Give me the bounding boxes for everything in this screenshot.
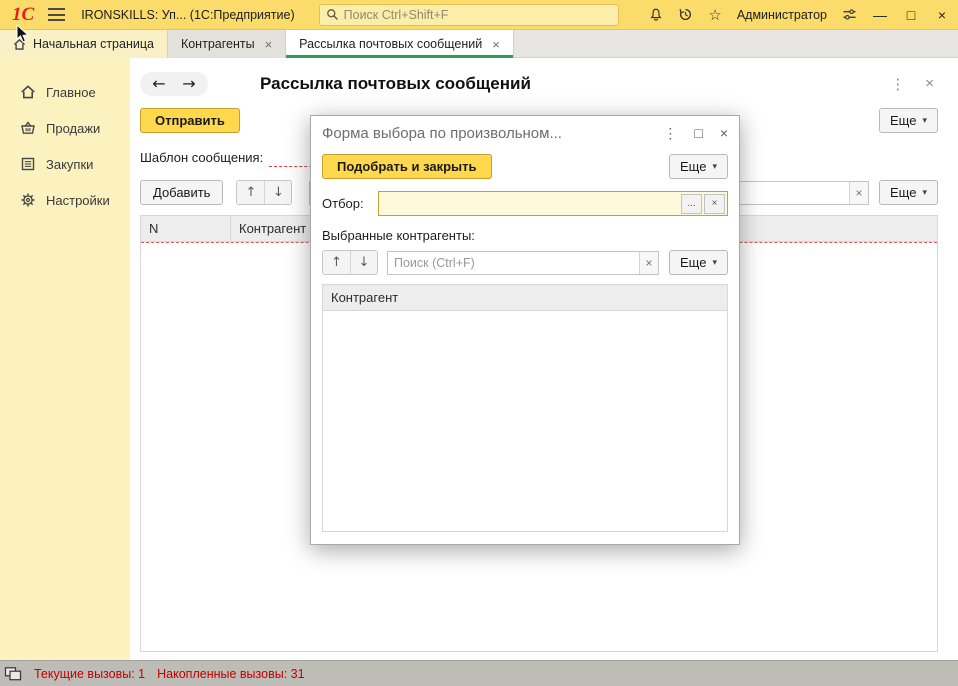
sidebar-item-label: Настройки bbox=[46, 193, 110, 208]
tab-mail-rassylka[interactable]: Рассылка почтовых сообщений × bbox=[286, 30, 514, 58]
selected-contractors-label: Выбранные контрагенты: bbox=[322, 228, 728, 243]
current-calls: Текущие вызовы: 1 bbox=[34, 667, 145, 681]
dialog-header: Форма выбора по произвольном... ⋮ □ × bbox=[322, 116, 728, 151]
minimize-button[interactable]: — bbox=[872, 7, 888, 23]
dialog-title: Форма выбора по произвольном... bbox=[322, 125, 663, 142]
more-label: Еще bbox=[890, 185, 916, 200]
template-label: Шаблон сообщения: bbox=[140, 150, 263, 165]
filter-field: ... × bbox=[378, 191, 728, 216]
basket-icon bbox=[20, 120, 36, 136]
form-menu-icon[interactable]: ⋮ bbox=[890, 75, 905, 93]
sidebar-item-glavnoe[interactable]: Главное bbox=[0, 74, 130, 110]
add-button[interactable]: Добавить bbox=[140, 180, 223, 205]
sidebar-item-label: Закупки bbox=[46, 157, 93, 172]
tab-bar: Начальная страница Контрагенты × Рассылк… bbox=[0, 30, 958, 58]
home-icon bbox=[20, 84, 36, 100]
form-close-icon[interactable]: × bbox=[925, 75, 934, 93]
global-search-box[interactable] bbox=[319, 4, 619, 26]
reorder-buttons: ↑ ↓ bbox=[236, 180, 292, 205]
clear-search-icon[interactable]: × bbox=[639, 252, 658, 274]
column-header-n[interactable]: N bbox=[141, 216, 231, 241]
dialog-maximize-icon[interactable]: □ bbox=[694, 125, 702, 142]
chevron-down-icon: ▾ bbox=[922, 187, 927, 198]
move-down-button[interactable]: ↓ bbox=[264, 181, 291, 204]
move-down-button[interactable]: ↓ bbox=[350, 251, 377, 274]
dialog-search-input[interactable] bbox=[388, 256, 639, 270]
filter-row: Отбор: ... × bbox=[322, 191, 728, 216]
app-window: 1С IRONSKILLS: Уп... (1С:Предприятие) bbox=[0, 0, 958, 686]
chevron-down-icon: ▾ bbox=[712, 257, 717, 268]
global-search-input[interactable] bbox=[344, 8, 612, 22]
table-body-empty bbox=[323, 311, 727, 531]
sidebar-item-label: Главное bbox=[46, 85, 96, 100]
main-menu-icon[interactable] bbox=[48, 8, 65, 21]
table-header: Контрагент bbox=[323, 285, 727, 311]
more-label: Еще bbox=[890, 113, 916, 128]
dialog-list-more-button[interactable]: Еще ▾ bbox=[669, 250, 728, 275]
filter-choose-button[interactable]: ... bbox=[681, 194, 702, 214]
forward-button[interactable]: → bbox=[176, 74, 202, 94]
move-up-button[interactable]: ↑ bbox=[323, 251, 350, 274]
chevron-down-icon: ▾ bbox=[712, 161, 717, 172]
dialog-contractors-table: Контрагент bbox=[322, 284, 728, 532]
search-icon bbox=[326, 8, 339, 21]
selection-dialog: Форма выбора по произвольном... ⋮ □ × По… bbox=[310, 115, 740, 545]
main-more-button[interactable]: Еще ▾ bbox=[879, 108, 938, 133]
titlebar-actions: ☆ Администратор — □ × bbox=[649, 6, 950, 24]
reorder-buttons: ↑ ↓ bbox=[322, 250, 378, 275]
back-button[interactable]: ← bbox=[146, 74, 172, 94]
accumulated-calls: Накопленные вызовы: 31 bbox=[157, 667, 304, 681]
current-user[interactable]: Администратор bbox=[737, 8, 827, 22]
1c-logo: 1С bbox=[8, 5, 38, 24]
filter-label: Отбор: bbox=[322, 196, 364, 211]
tab-label: Рассылка почтовых сообщений bbox=[299, 37, 482, 51]
form-header-actions: ⋮ × bbox=[890, 75, 934, 93]
notifications-bell-icon[interactable] bbox=[649, 7, 663, 22]
dialog-close-icon[interactable]: × bbox=[720, 125, 728, 142]
filter-input[interactable] bbox=[379, 196, 679, 211]
tab-kontragenty[interactable]: Контрагенты × bbox=[168, 30, 286, 58]
sidebar-item-label: Продажи bbox=[46, 121, 100, 136]
sections-panel: Главное Продажи Закуп bbox=[0, 58, 130, 660]
filter-clear-icon[interactable]: × bbox=[704, 194, 725, 214]
sidebar-item-prodazhi[interactable]: Продажи bbox=[0, 110, 130, 146]
dialog-list-toolbar: ↑ ↓ × Еще ▾ bbox=[322, 250, 728, 275]
window-title: IRONSKILLS: Уп... (1С:Предприятие) bbox=[81, 8, 294, 22]
nav-arrows: ← → bbox=[140, 72, 208, 96]
dialog-command-bar: Подобрать и закрыть Еще ▾ bbox=[322, 154, 728, 179]
dialog-more-button[interactable]: Еще ▾ bbox=[669, 154, 728, 179]
page-title: Рассылка почтовых сообщений bbox=[260, 74, 531, 94]
form-header: ← → Рассылка почтовых сообщений ⋮ × bbox=[140, 69, 938, 99]
sidebar-item-nastroyki[interactable]: Настройки bbox=[0, 182, 130, 218]
more-label: Еще bbox=[680, 159, 706, 174]
list-icon bbox=[20, 156, 36, 172]
tools-menu-icon[interactable] bbox=[842, 8, 857, 21]
title-bar: 1С IRONSKILLS: Уп... (1С:Предприятие) bbox=[0, 0, 958, 30]
dialog-search-box: × bbox=[387, 251, 659, 275]
home-icon bbox=[13, 38, 26, 51]
column-header-kontragent[interactable]: Контрагент bbox=[323, 285, 727, 310]
performance-windows-icon[interactable] bbox=[4, 666, 22, 682]
favorites-star-icon[interactable]: ☆ bbox=[708, 6, 721, 24]
send-button[interactable]: Отправить bbox=[140, 108, 240, 133]
close-window-button[interactable]: × bbox=[934, 7, 950, 23]
gear-icon bbox=[20, 192, 36, 208]
dialog-header-actions: ⋮ □ × bbox=[663, 125, 728, 142]
tab-close-icon[interactable]: × bbox=[492, 37, 500, 52]
tab-close-icon[interactable]: × bbox=[265, 37, 273, 52]
maximize-button[interactable]: □ bbox=[903, 7, 919, 23]
status-bar: Текущие вызовы: 1 Накопленные вызовы: 31 bbox=[0, 660, 958, 686]
tab-home-page[interactable]: Начальная страница bbox=[0, 30, 168, 58]
chevron-down-icon: ▾ bbox=[922, 115, 927, 126]
sidebar-item-zakupki[interactable]: Закупки bbox=[0, 146, 130, 182]
more-label: Еще bbox=[680, 255, 706, 270]
list-more-button[interactable]: Еще ▾ bbox=[879, 180, 938, 205]
tab-label: Начальная страница bbox=[33, 37, 154, 51]
dialog-menu-icon[interactable]: ⋮ bbox=[663, 125, 677, 142]
tab-label: Контрагенты bbox=[181, 37, 255, 51]
move-up-button[interactable]: ↑ bbox=[237, 181, 264, 204]
history-icon[interactable] bbox=[678, 7, 693, 22]
pick-and-close-button[interactable]: Подобрать и закрыть bbox=[322, 154, 492, 179]
clear-search-icon[interactable]: × bbox=[849, 182, 868, 204]
